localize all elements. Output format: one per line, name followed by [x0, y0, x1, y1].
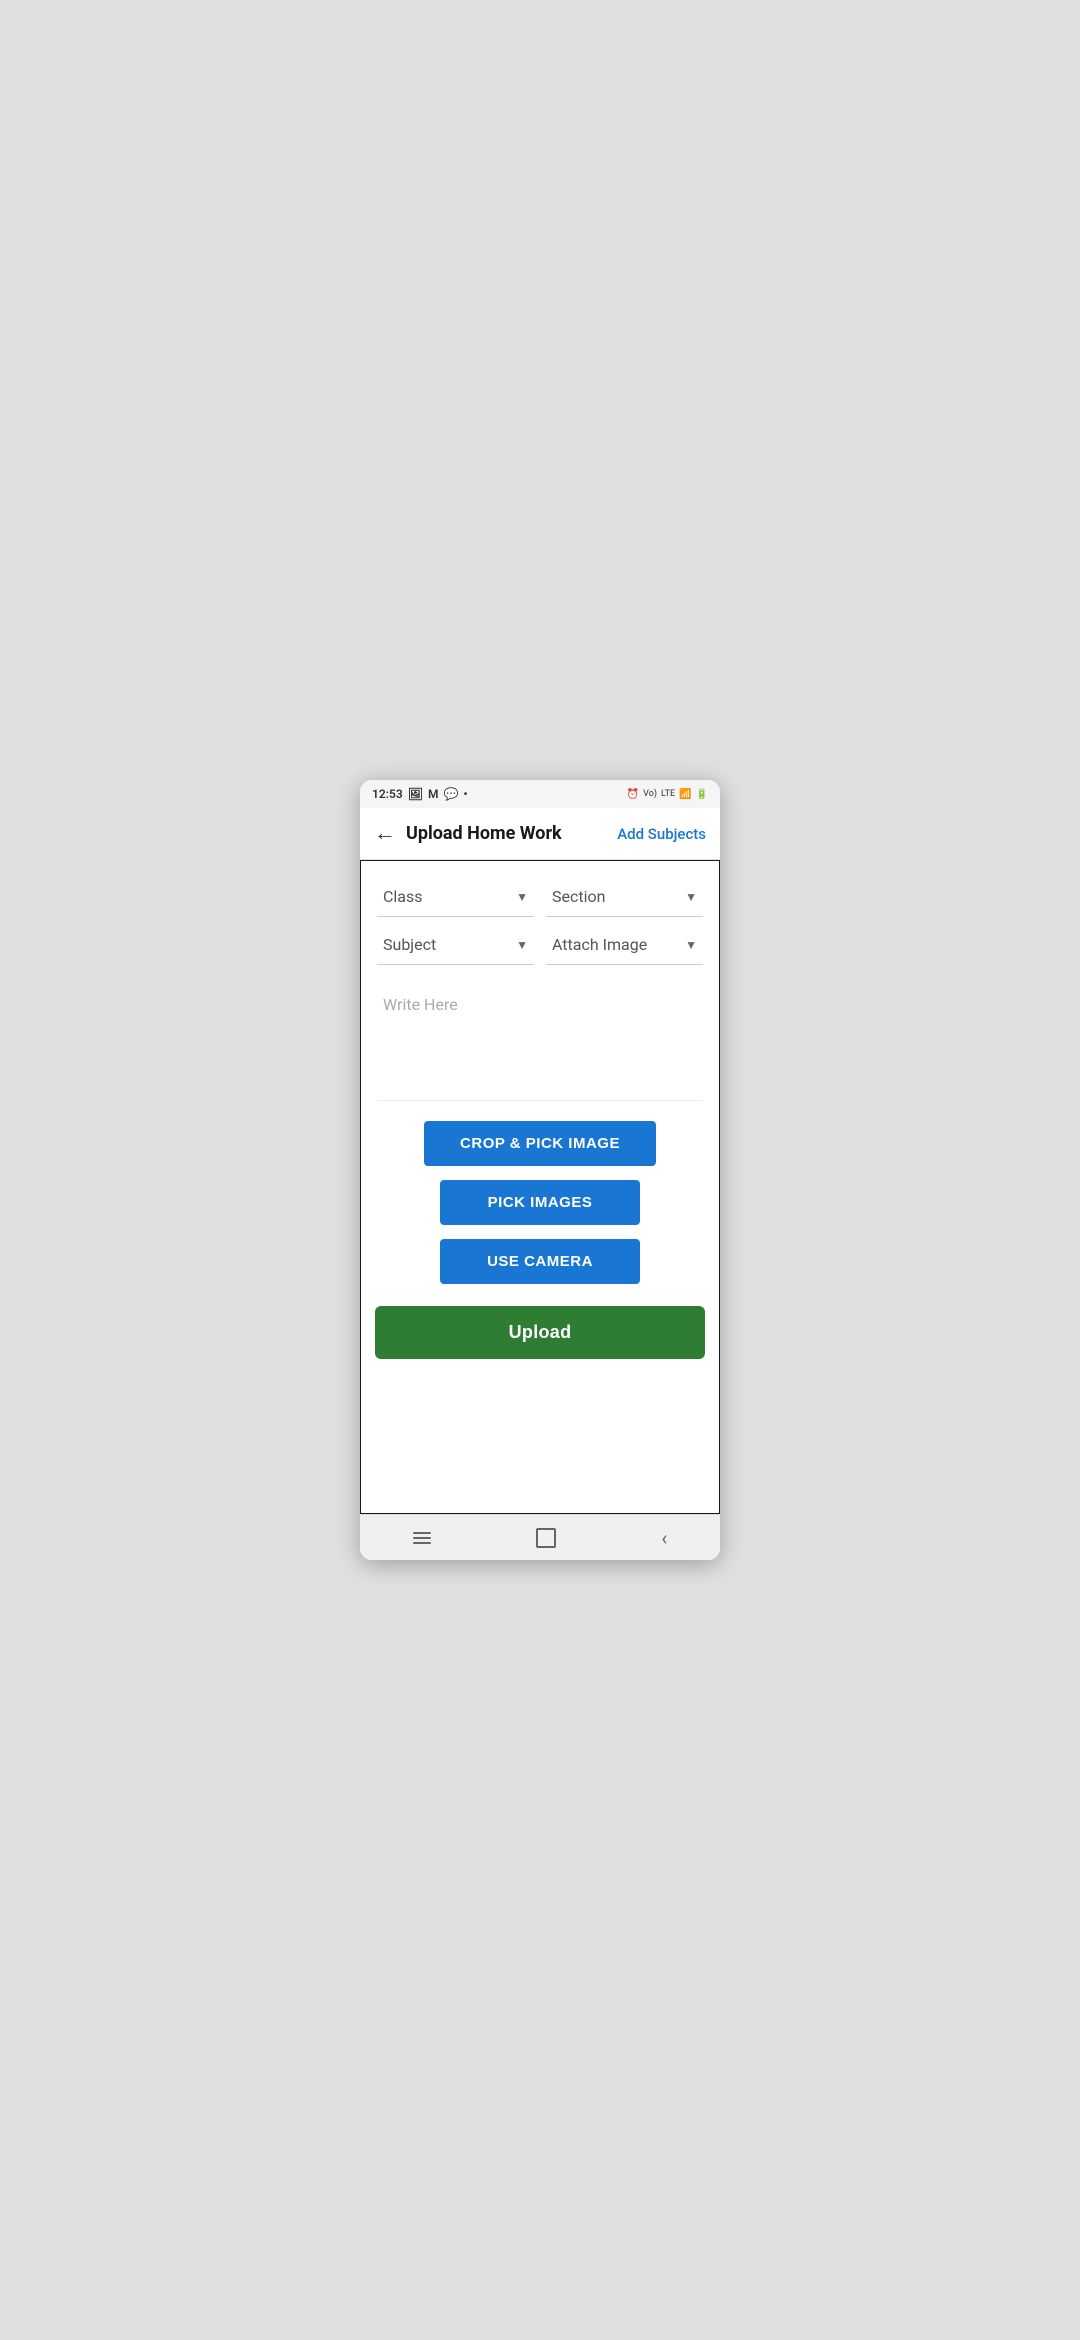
- menu-icon: [413, 1532, 431, 1544]
- lte-icon: LTE: [661, 789, 675, 799]
- class-dropdown[interactable]: Class ▼: [377, 877, 534, 917]
- crop-pick-image-button[interactable]: CROP & PICK IMAGE: [424, 1121, 656, 1166]
- upload-btn-container: Upload: [361, 1300, 719, 1373]
- status-bar-right: ⏰ Vo) LTE 📶 🔋: [627, 789, 708, 800]
- photo-icon: 🖼: [408, 787, 423, 801]
- subject-dropdown[interactable]: Subject ▼: [377, 925, 534, 965]
- alarm-icon: ⏰: [627, 789, 639, 800]
- nav-bar: ← Upload Home Work Add Subjects: [360, 808, 720, 860]
- class-label: Class: [383, 887, 423, 906]
- volte-icon: Vo): [643, 789, 657, 799]
- dot-indicator: •: [463, 787, 467, 801]
- use-camera-button[interactable]: USE CAMERA: [440, 1239, 640, 1284]
- subject-dropdown-arrow: ▼: [516, 938, 528, 952]
- back-nav-icon: ‹: [661, 1526, 667, 1550]
- add-subjects-button[interactable]: Add Subjects: [617, 825, 706, 843]
- battery-icon: 🔋: [696, 789, 708, 800]
- write-placeholder: Write Here: [383, 995, 458, 1014]
- attach-image-dropdown[interactable]: Attach Image ▼: [546, 925, 703, 965]
- chat-icon: 💬: [443, 787, 458, 801]
- bottom-nav-bar: ‹: [360, 1514, 720, 1560]
- section-dropdown[interactable]: Section ▼: [546, 877, 703, 917]
- phone-frame: 12:53 🖼 M 💬 • ⏰ Vo) LTE 📶 🔋 ← Upload Hom…: [360, 780, 720, 1560]
- empty-space: [361, 1373, 719, 1513]
- status-bar: 12:53 🖼 M 💬 • ⏰ Vo) LTE 📶 🔋: [360, 780, 720, 808]
- page-title: Upload Home Work: [406, 823, 617, 844]
- write-area[interactable]: Write Here: [377, 981, 703, 1101]
- class-section-row: Class ▼ Section ▼: [377, 877, 703, 917]
- back-button[interactable]: ←: [374, 823, 396, 845]
- subject-image-row: Subject ▼ Attach Image ▼: [377, 925, 703, 965]
- gmail-icon: M: [428, 787, 439, 801]
- buttons-section: CROP & PICK IMAGE PICK IMAGES USE CAMERA: [361, 1101, 719, 1300]
- back-nav-button[interactable]: ‹: [641, 1518, 687, 1558]
- subject-label: Subject: [383, 935, 436, 954]
- menu-nav-button[interactable]: [393, 1524, 451, 1552]
- form-section: Class ▼ Section ▼ Subject ▼ Attach Image…: [361, 861, 719, 981]
- attach-image-label: Attach Image: [552, 935, 647, 954]
- home-icon: [536, 1528, 556, 1548]
- status-bar-left: 12:53 🖼 M 💬 •: [372, 787, 468, 801]
- upload-button[interactable]: Upload: [375, 1306, 705, 1359]
- section-label: Section: [552, 887, 605, 906]
- signal-icon: 📶: [679, 789, 691, 800]
- time-display: 12:53: [372, 787, 403, 801]
- section-dropdown-arrow: ▼: [685, 890, 697, 904]
- class-dropdown-arrow: ▼: [516, 890, 528, 904]
- attach-image-arrow: ▼: [685, 938, 697, 952]
- pick-images-button[interactable]: PICK IMAGES: [440, 1180, 640, 1225]
- main-content: Class ▼ Section ▼ Subject ▼ Attach Image…: [360, 860, 720, 1514]
- home-nav-button[interactable]: [516, 1520, 576, 1556]
